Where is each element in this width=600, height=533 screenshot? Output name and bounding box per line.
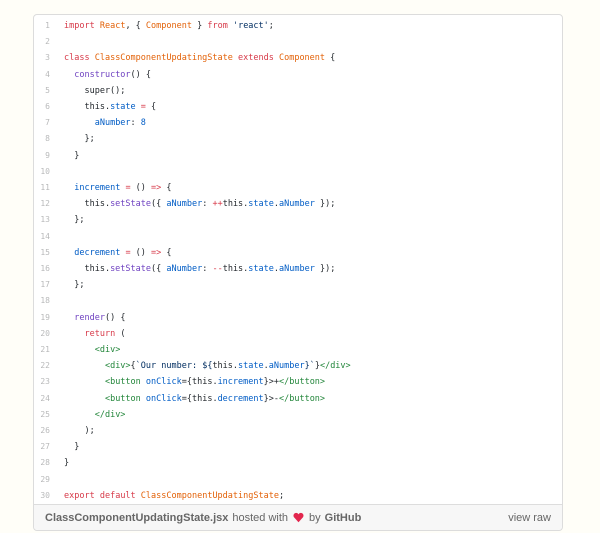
code-content: this.setState({ aNumber: ++this.state.aN… (64, 196, 335, 212)
code-line: 22 <div>{`Our number: ${this.state.aNumb… (34, 358, 562, 374)
code-content: constructor() { (64, 67, 151, 83)
line-number: 26 (34, 423, 50, 439)
line-number: 21 (34, 342, 50, 358)
hosted-with-text: hosted with (232, 512, 288, 524)
line-number: 13 (34, 212, 50, 228)
code-content: }; (64, 212, 84, 228)
code-content: ); (64, 423, 95, 439)
code-line: 13 }; (34, 212, 562, 228)
code-line: 27 } (34, 439, 562, 455)
code-line: 24 <button onClick={this.decrement}>-</b… (34, 391, 562, 407)
filename-link[interactable]: ClassComponentUpdatingState.jsx (45, 512, 228, 524)
line-number: 5 (34, 83, 50, 99)
code-line: 26 ); (34, 423, 562, 439)
line-number: 23 (34, 374, 50, 390)
line-number: 2 (34, 34, 50, 50)
code-line: 20 return ( (34, 326, 562, 342)
code-line: 4 constructor() { (34, 67, 562, 83)
code-line: 17 }; (34, 277, 562, 293)
code-line: 28} (34, 455, 562, 471)
code-content: this.setState({ aNumber: --this.state.aN… (64, 261, 335, 277)
code-content: increment = () => { (64, 180, 172, 196)
github-link[interactable]: GitHub (325, 512, 362, 524)
code-content: super(); (64, 83, 125, 99)
line-number: 24 (34, 391, 50, 407)
line-number: 19 (34, 310, 50, 326)
line-number: 16 (34, 261, 50, 277)
line-number: 29 (34, 472, 50, 488)
code-content: <div>{`Our number: ${this.state.aNumber}… (64, 358, 351, 374)
code-line: 25 </div> (34, 407, 562, 423)
code-line: 2 (34, 34, 562, 50)
line-number: 30 (34, 488, 50, 504)
line-number: 15 (34, 245, 50, 261)
code-line: 14 (34, 229, 562, 245)
line-number: 1 (34, 18, 50, 34)
line-number: 25 (34, 407, 50, 423)
line-number: 22 (34, 358, 50, 374)
code-content: <button onClick={this.decrement}>-</butt… (64, 391, 325, 407)
code-content: } (64, 455, 69, 471)
code-line: 6 this.state = { (34, 99, 562, 115)
code-content: <button onClick={this.increment}>+</butt… (64, 374, 325, 390)
code-content: } (64, 439, 79, 455)
by-text: by (309, 512, 321, 524)
view-raw-link[interactable]: view raw (508, 512, 551, 524)
line-number: 12 (34, 196, 50, 212)
line-number: 8 (34, 131, 50, 147)
code-line: 8 }; (34, 131, 562, 147)
code-content: <div> (64, 342, 120, 358)
code-line: 11 increment = () => { (34, 180, 562, 196)
code-content: decrement = () => { (64, 245, 172, 261)
code-line: 9 } (34, 148, 562, 164)
code-line: 19 render() { (34, 310, 562, 326)
line-number: 3 (34, 50, 50, 66)
code-content: aNumber: 8 (64, 115, 146, 131)
code-line: 12 this.setState({ aNumber: ++this.state… (34, 196, 562, 212)
code-content: render() { (64, 310, 125, 326)
code-content: }; (64, 277, 84, 293)
line-number: 27 (34, 439, 50, 455)
code-content: export default ClassComponentUpdatingSta… (64, 488, 284, 504)
heart-icon (292, 512, 305, 524)
line-number: 17 (34, 277, 50, 293)
code-content: }; (64, 131, 95, 147)
code-line: 7 aNumber: 8 (34, 115, 562, 131)
line-number: 11 (34, 180, 50, 196)
code-line: 3 class ClassComponentUpdatingState exten… (34, 50, 562, 66)
code-line: 30 export default ClassComponentUpdatingS… (34, 488, 562, 504)
code-line: 16 this.setState({ aNumber: --this.state… (34, 261, 562, 277)
gist-footer-left: ClassComponentUpdatingState.jsx hosted w… (45, 512, 361, 524)
code-content: } (64, 148, 79, 164)
line-number: 4 (34, 67, 50, 83)
code-line: 10 (34, 164, 562, 180)
gist-footer: ClassComponentUpdatingState.jsx hosted w… (34, 504, 562, 530)
line-number: 14 (34, 229, 50, 245)
code-line: 21 <div> (34, 342, 562, 358)
line-number: 18 (34, 293, 50, 309)
code-content: return ( (64, 326, 125, 342)
code-content: this.state = { (64, 99, 156, 115)
code-line: 29 (34, 472, 562, 488)
code-line: 18 (34, 293, 562, 309)
code-area: 1 import React, { Component } from 'react… (34, 15, 562, 504)
code-line: 1 import React, { Component } from 'react… (34, 18, 562, 34)
line-number: 9 (34, 148, 50, 164)
line-number: 10 (34, 164, 50, 180)
line-number: 7 (34, 115, 50, 131)
code-line: 15 decrement = () => { (34, 245, 562, 261)
line-number: 28 (34, 455, 50, 471)
code-content: import React, { Component } from 'react'… (64, 18, 274, 34)
code-content: </div> (64, 407, 125, 423)
code-line: 5 super(); (34, 83, 562, 99)
line-number: 6 (34, 99, 50, 115)
code-line: 23 <button onClick={this.increment}>+</b… (34, 374, 562, 390)
gist-embed: 1 import React, { Component } from 'react… (33, 14, 563, 531)
line-number: 20 (34, 326, 50, 342)
code-content: class ClassComponentUpdatingState extend… (64, 50, 335, 66)
